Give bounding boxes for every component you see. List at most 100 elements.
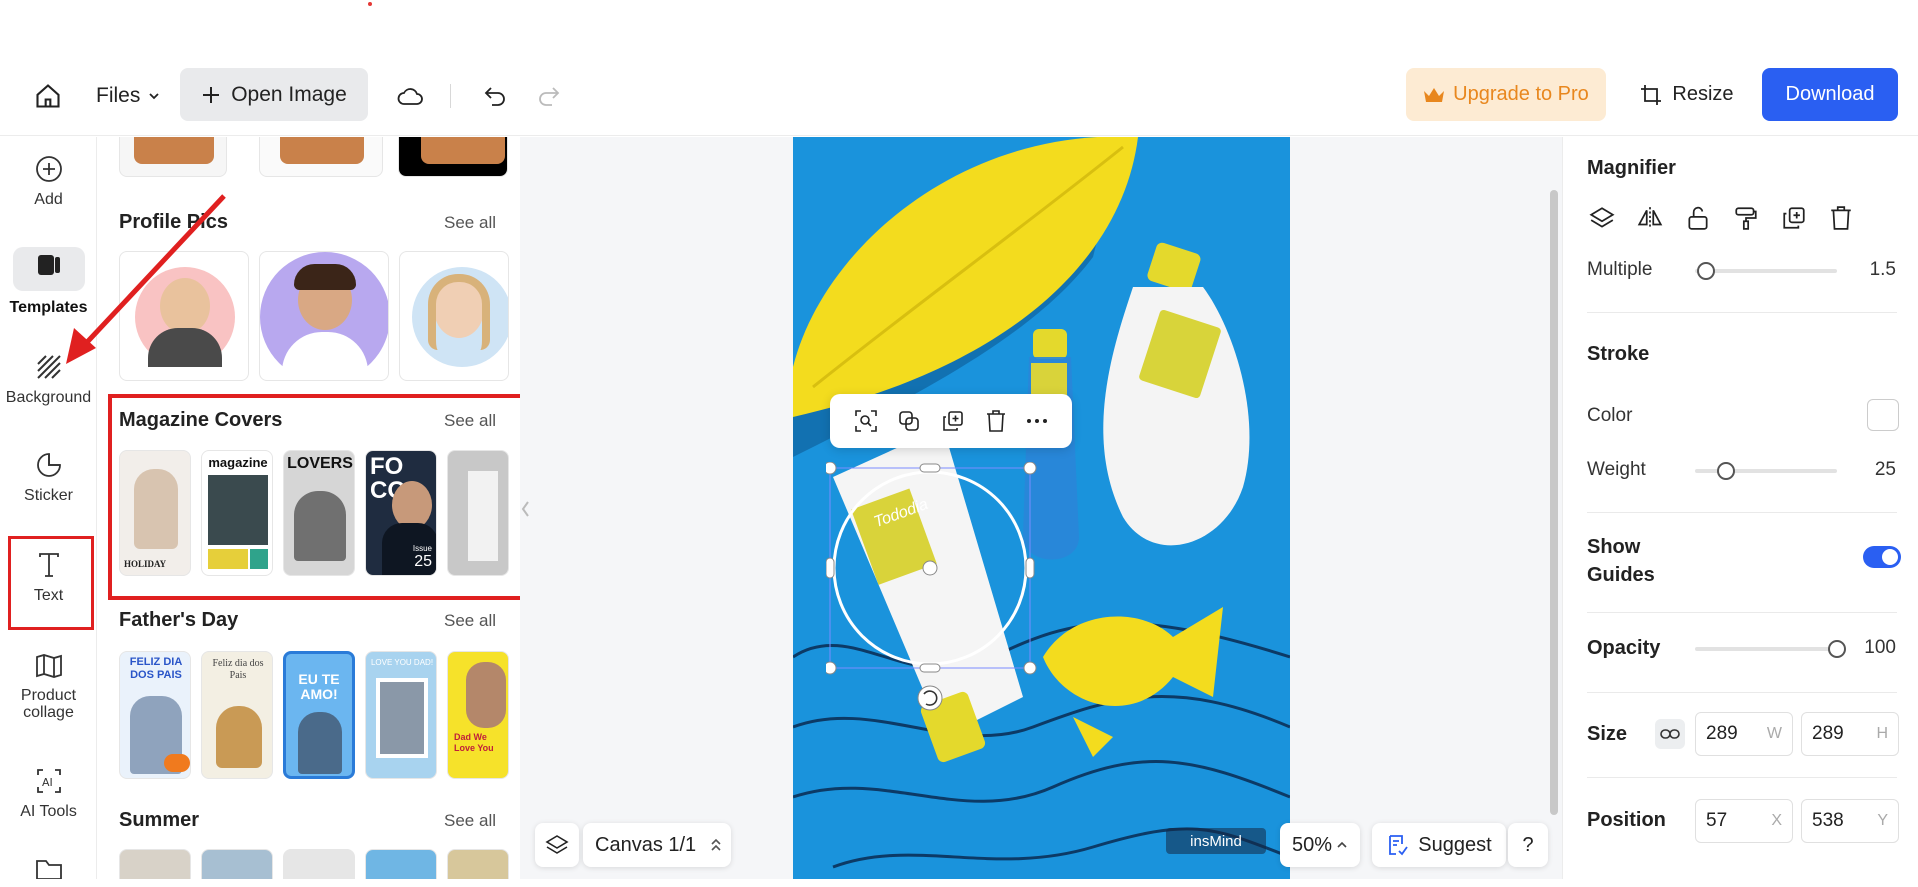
pos-y-input[interactable]: 538 Y [1801, 799, 1899, 843]
template-thumb[interactable]: Dad We Love You [447, 651, 509, 779]
panel-collapse-tab[interactable] [518, 484, 532, 534]
template-thumb[interactable] [398, 137, 508, 177]
nav-sticker-label: Sticker [24, 487, 73, 504]
opacity-value: 100 [1864, 637, 1896, 658]
cloud-save-button[interactable] [392, 78, 428, 114]
properties-panel: Magnifier Multiple 1.5 Stroke Color Weig… [1562, 137, 1918, 879]
resize-button[interactable]: Resize [1632, 68, 1742, 121]
redo-button[interactable] [532, 78, 566, 114]
slider-knob[interactable] [1697, 262, 1716, 280]
overlap-icon[interactable] [897, 409, 921, 433]
home-icon [36, 84, 60, 108]
text-nav-highlight [8, 536, 94, 630]
slider-knob[interactable] [1717, 462, 1736, 480]
help-button[interactable]: ? [1508, 823, 1548, 867]
template-thumb[interactable] [259, 137, 383, 177]
template-thumb[interactable] [283, 849, 355, 879]
open-image-label: Open Image [231, 82, 347, 106]
help-label: ? [1522, 833, 1534, 856]
home-button[interactable] [28, 76, 68, 116]
download-button[interactable]: Download [1762, 68, 1898, 121]
unlock-icon[interactable] [1685, 205, 1711, 231]
thumb-text: Feliz dia dos Pais [212, 658, 264, 681]
show-guides-line1: Show [1587, 536, 1641, 558]
magnify-crop-icon[interactable] [854, 409, 878, 433]
show-guides-toggle[interactable] [1863, 546, 1901, 568]
width-value: 289 [1706, 723, 1738, 744]
pos-y-unit: Y [1877, 812, 1888, 829]
template-thumb[interactable] [119, 849, 191, 879]
template-thumb[interactable]: LOVE YOU DAD! [365, 651, 437, 779]
template-thumb[interactable]: Feliz dia dos Pais [201, 651, 273, 779]
floating-toolbar [830, 394, 1072, 448]
trash-icon[interactable] [1829, 205, 1853, 231]
canvas-scrollbar[interactable] [1550, 190, 1558, 815]
see-all-link[interactable]: See all [444, 811, 496, 831]
nav-ai-tools[interactable]: AI AI Tools [0, 767, 97, 820]
height-unit: H [1876, 725, 1888, 742]
duplicate-icon[interactable] [1781, 205, 1807, 231]
crop-icon [1641, 84, 1662, 105]
nav-add-label: Add [34, 191, 63, 208]
ai-icon: AI [36, 769, 61, 793]
template-thumb[interactable]: FELIZ DIA DOS PAIS [119, 651, 191, 779]
template-thumb[interactable] [365, 849, 437, 879]
width-input[interactable]: 289 W [1695, 712, 1793, 756]
duplicate-icon[interactable] [941, 409, 965, 433]
template-thumb[interactable] [399, 251, 509, 381]
multiple-slider[interactable] [1695, 262, 1837, 280]
flip-icon[interactable] [1637, 205, 1663, 231]
nav-folder[interactable] [0, 859, 97, 887]
watermark-text: insMind [1190, 832, 1242, 850]
template-thumb[interactable] [259, 251, 389, 381]
section-title: Father's Day [119, 609, 239, 631]
trash-icon[interactable] [985, 409, 1007, 433]
pos-x-value: 57 [1706, 810, 1728, 831]
template-thumb[interactable]: EU TE AMO! [283, 651, 355, 779]
layers-icon[interactable] [1589, 205, 1615, 231]
layers-button[interactable] [535, 823, 579, 867]
zoom-control[interactable]: 50% [1280, 823, 1360, 867]
canvas-selector[interactable]: Canvas 1/1 [583, 823, 731, 867]
files-menu[interactable]: Files [96, 78, 160, 114]
watermark: insMind [1166, 828, 1266, 854]
magazine-covers-highlight [108, 394, 525, 600]
suggest-label: Suggest [1418, 833, 1492, 856]
template-thumb[interactable] [447, 849, 509, 879]
figure-shape [298, 712, 342, 774]
plus-icon [203, 86, 220, 103]
undo-button[interactable] [478, 78, 512, 114]
open-image-button[interactable]: Open Image [180, 68, 368, 121]
red-arrow-annotation [66, 194, 226, 364]
multiple-value: 1.5 [1869, 259, 1896, 280]
see-all-link[interactable]: See all [444, 611, 496, 631]
more-icon[interactable] [1026, 418, 1048, 424]
redo-icon [539, 87, 560, 106]
template-thumb[interactable] [201, 849, 273, 879]
stroke-color-swatch[interactable] [1867, 399, 1899, 431]
chevron-updown-icon [711, 838, 721, 851]
pos-x-unit: X [1771, 812, 1782, 829]
show-guides-label: Show Guides [1587, 533, 1655, 589]
thumb-text: Dad We Love You [454, 732, 494, 753]
magnifier-selection[interactable] [826, 462, 1040, 712]
template-thumb[interactable] [119, 137, 227, 177]
nav-product-collage[interactable]: Product collage [0, 653, 97, 721]
opacity-slider[interactable] [1695, 640, 1846, 658]
upgrade-button[interactable]: Upgrade to Pro [1406, 68, 1606, 121]
divider [1587, 692, 1897, 693]
weight-slider[interactable] [1695, 462, 1837, 480]
canvas-label: Canvas 1/1 [595, 833, 697, 856]
see-all-link[interactable]: See all [444, 213, 496, 233]
suggest-button[interactable]: Suggest [1372, 823, 1506, 867]
slider-knob[interactable] [1828, 640, 1846, 658]
height-input[interactable]: 289 H [1801, 712, 1899, 756]
pos-x-input[interactable]: 57 X [1695, 799, 1793, 843]
crown-icon [1424, 87, 1445, 102]
paint-roller-icon[interactable] [1733, 205, 1759, 231]
chevron-down-icon [149, 93, 159, 100]
lock-ratio-button[interactable] [1655, 719, 1685, 749]
position-label: Position [1587, 809, 1666, 831]
nav-sticker[interactable]: Sticker [0, 451, 97, 504]
weight-label: Weight [1587, 459, 1646, 480]
